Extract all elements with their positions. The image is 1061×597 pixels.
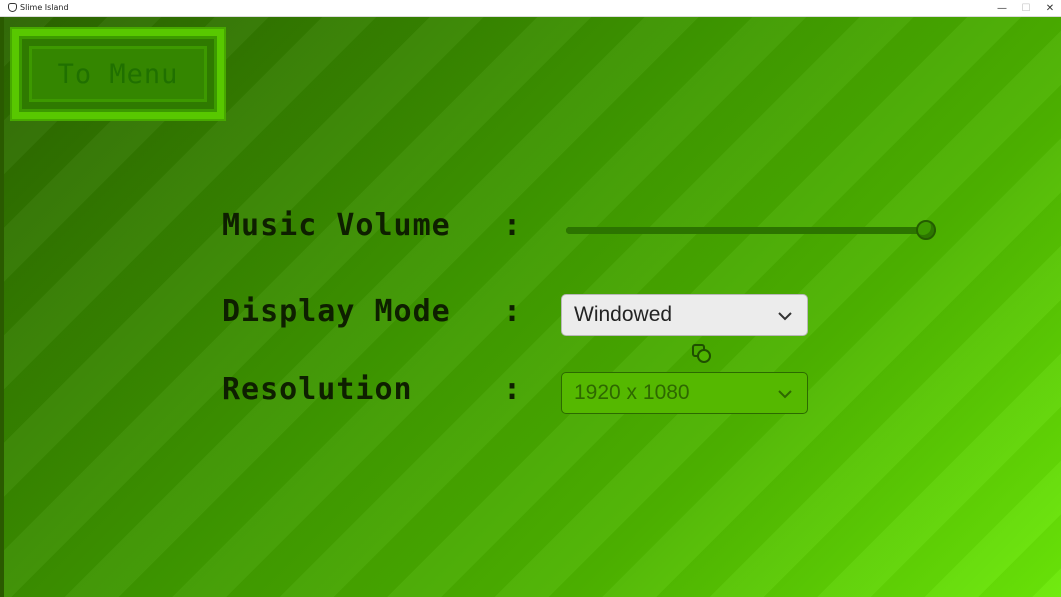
music-volume-handle[interactable] — [916, 220, 936, 240]
resolution-colon: : — [503, 372, 522, 407]
game-cursor-icon — [692, 344, 711, 363]
to-menu-label: To Menu — [57, 58, 179, 90]
display-mode-dropdown[interactable]: Windowed — [561, 294, 808, 336]
viewport-edge — [0, 17, 4, 597]
slime-app-icon — [8, 3, 17, 12]
resolution-label: Resolution — [222, 372, 413, 407]
music-volume-slider[interactable] — [566, 227, 936, 234]
maximize-button[interactable]: ☐ — [1015, 0, 1037, 16]
music-volume-colon: : — [503, 208, 522, 243]
game-viewport: To Menu Music Volume : Display Mode : Wi… — [0, 17, 1061, 597]
music-volume-fill — [566, 227, 936, 234]
close-button[interactable]: ✕ — [1039, 0, 1061, 16]
minimize-button[interactable]: — — [991, 0, 1013, 16]
resolution-dropdown[interactable]: 1920 x 1080 — [561, 372, 808, 414]
window-title: Slime Island — [20, 3, 69, 12]
music-volume-label: Music Volume — [222, 208, 451, 243]
to-menu-button[interactable]: To Menu — [12, 29, 224, 119]
chevron-down-icon — [778, 312, 792, 321]
chevron-down-icon — [778, 390, 792, 399]
window-title-bar[interactable]: Slime Island — ☐ ✕ — [0, 0, 1061, 17]
resolution-value: 1920 x 1080 — [574, 381, 690, 404]
display-mode-colon: : — [503, 294, 522, 329]
display-mode-label: Display Mode — [222, 294, 451, 329]
display-mode-value: Windowed — [574, 303, 673, 326]
